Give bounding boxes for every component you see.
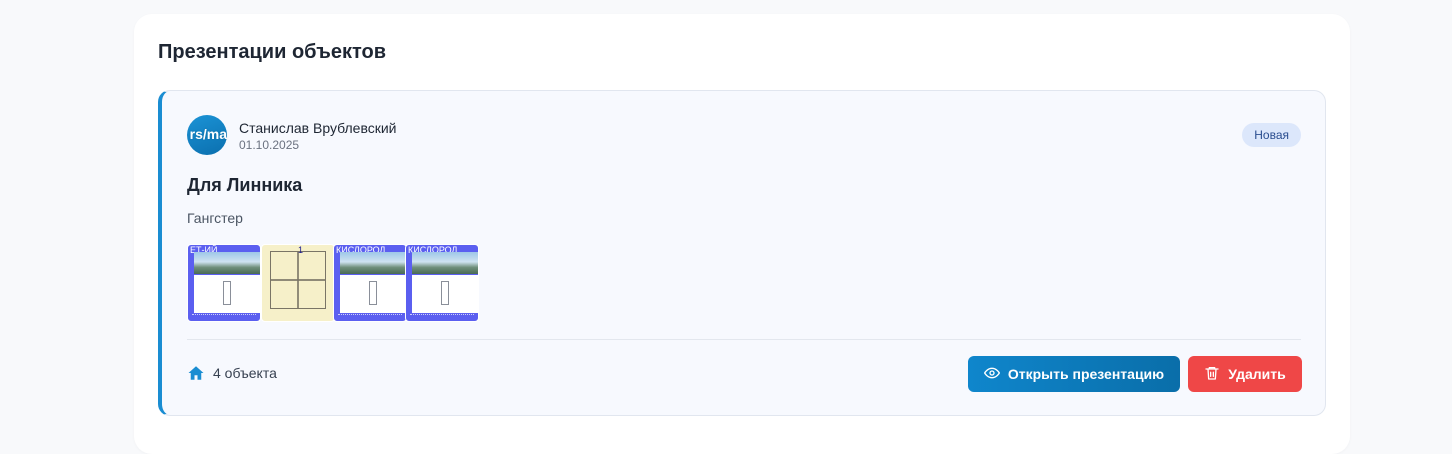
created-date: 01.10.2025 (239, 138, 300, 152)
avatar-text: rs/ma (189, 126, 227, 142)
building-photo (412, 252, 478, 274)
panel-title: Презентации объектов (158, 41, 387, 63)
open-presentation-button[interactable]: Открыть презентацию (968, 356, 1180, 392)
thumbnail[interactable]: КИСЛОРОД (333, 244, 407, 322)
thumbnail-sheet (412, 275, 478, 313)
presentation-description: Гангстер (187, 210, 243, 226)
presentations-panel: Презентации объектов rs/ma Станислав Вру… (134, 14, 1350, 454)
presentation-card: rs/ma Станислав Врублевский 01.10.2025 Н… (158, 90, 1326, 416)
thumbnail-header: 1 (298, 245, 304, 255)
delete-label: Удалить (1228, 366, 1286, 382)
home-icon (187, 364, 205, 382)
open-presentation-label: Открыть презентацию (1007, 366, 1165, 382)
objects-count-label: 4 объекта (213, 365, 277, 381)
author-name: Станислав Врублевский (239, 120, 397, 136)
thumbnail-footer (338, 314, 402, 318)
thumbnail[interactable]: КИСЛОРОД (405, 244, 479, 322)
floorplan-mini (223, 281, 232, 305)
floorplan-mini (441, 281, 450, 305)
objects-count: 4 объекта (187, 364, 277, 382)
delete-button[interactable]: Удалить (1188, 356, 1302, 392)
thumbnail-strip: ЕТ-ИЙ 1 КИСЛОРОД КИСЛОРОД (187, 244, 487, 322)
thumbnail-sheet (194, 275, 260, 313)
divider (187, 339, 1301, 340)
avatar: rs/ma (187, 115, 227, 155)
trash-icon (1204, 365, 1220, 384)
thumbnail-sheet (340, 275, 406, 313)
building-photo (340, 252, 406, 274)
thumbnail-footer (192, 314, 256, 318)
status-badge: Новая (1242, 123, 1301, 147)
eye-icon (983, 365, 1000, 384)
floorplan-mini (369, 281, 378, 305)
thumbnail[interactable]: ЕТ-ИЙ (187, 244, 261, 322)
floorplan-drawing (270, 251, 326, 309)
presentation-title: Для Линника (187, 175, 303, 195)
thumbnail-footer (410, 314, 474, 318)
building-photo (194, 252, 260, 274)
thumbnail[interactable]: 1 (261, 244, 335, 322)
